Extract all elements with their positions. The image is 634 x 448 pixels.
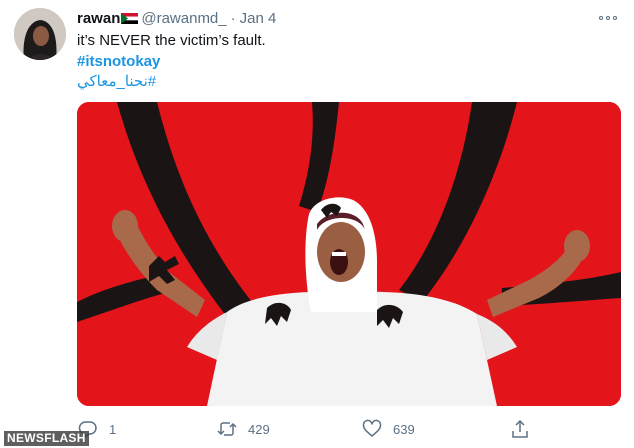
avatar[interactable] — [14, 8, 66, 60]
tweet-header: rawan @rawanmd_ · Jan 4 — [77, 10, 276, 28]
like-count: 639 — [393, 421, 415, 437]
retweet-count: 429 — [248, 421, 270, 437]
illustration-image — [77, 102, 621, 406]
hashtag-link[interactable]: #itsnotokay — [77, 52, 160, 71]
newsflash-watermark: NEWSFLASH — [4, 431, 89, 446]
share-button[interactable] — [510, 418, 530, 440]
tweet-text: it’s NEVER the victim’s fault. — [77, 32, 266, 49]
like-button[interactable]: 639 — [362, 418, 415, 440]
separator-dot: · — [230, 10, 236, 27]
hashtag-link-arabic[interactable]: #نحنا_معاكي — [77, 72, 156, 91]
more-options-icon[interactable] — [598, 10, 620, 26]
heart-icon — [362, 419, 382, 437]
sudan-flag-icon — [121, 13, 139, 24]
tweet-date[interactable]: Jan 4 — [240, 10, 277, 27]
retweet-icon — [217, 422, 237, 436]
share-icon — [512, 419, 528, 438]
tweet-actions: 1 429 639 — [0, 412, 634, 446]
display-name[interactable]: rawan — [77, 10, 120, 27]
user-handle[interactable]: @rawanmd_ — [141, 10, 226, 27]
retweet-button[interactable]: 429 — [217, 418, 270, 440]
tweet-card: rawan @rawanmd_ · Jan 4 it’s NEVER the vic… — [0, 0, 634, 448]
reply-count: 1 — [109, 421, 117, 437]
tweet-media-image[interactable] — [77, 102, 621, 406]
avatar-image — [14, 8, 66, 60]
